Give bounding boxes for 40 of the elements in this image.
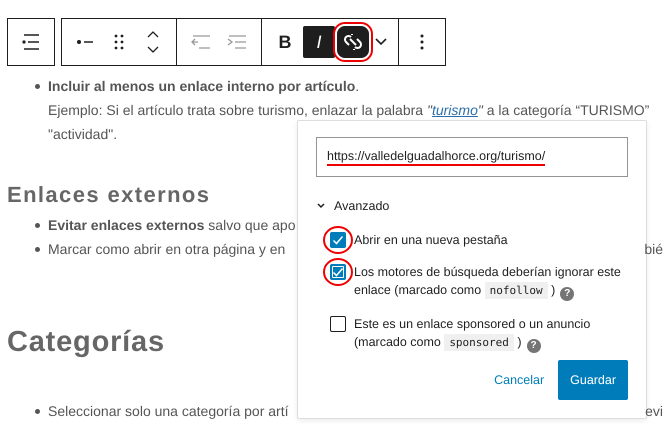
more-vertical-icon bbox=[420, 34, 424, 50]
checkbox-label: Este es un enlace sponsored o un anuncio (marcado como sponsored ) ? bbox=[354, 316, 592, 353]
list-item-text: "actividad". bbox=[48, 125, 118, 144]
cancel-button[interactable]: Cancelar bbox=[494, 373, 544, 387]
list-item-text: Marcar como abrir en otra página y en bbox=[48, 240, 286, 259]
list-item-text: evi bbox=[645, 402, 664, 421]
bullet-dot bbox=[35, 223, 40, 228]
help-icon[interactable]: ? bbox=[526, 339, 541, 353]
advanced-toggle[interactable]: Avanzado bbox=[316, 199, 390, 213]
list-item-text: bié bbox=[644, 240, 664, 259]
list-icon bbox=[21, 32, 41, 52]
list-item-text: Seleccionar solo una categoría por artí bbox=[48, 402, 288, 421]
indent-icon bbox=[226, 34, 248, 50]
checkmark-icon bbox=[332, 235, 344, 245]
up-down-chevron-icon bbox=[146, 29, 160, 55]
outdent-icon bbox=[190, 34, 212, 50]
section-heading: Enlaces externos bbox=[7, 182, 210, 208]
example-text: Ejemplo: Si el artículo trata sobre turismo, enlazar la palabra "turismo" a la categoría “TURISMO” bbox=[48, 101, 650, 120]
turismo-link[interactable]: turismo bbox=[432, 102, 478, 118]
chevron-down-icon bbox=[375, 38, 387, 46]
checkbox[interactable] bbox=[330, 232, 346, 248]
checkbox-label: Los motores de búsqueda deberían ignorar este enlace (marcado como nofollow ) ? bbox=[354, 264, 622, 301]
save-button[interactable]: Guardar bbox=[558, 360, 628, 400]
url-field[interactable]: https://valledelguadalhorce.org/turismo/ bbox=[316, 137, 628, 177]
bullet-dot bbox=[35, 84, 40, 89]
checkbox-label: Abrir en una nueva pestaña bbox=[354, 232, 509, 249]
broken-link-icon bbox=[343, 32, 363, 52]
broken-link-button[interactable] bbox=[337, 26, 369, 58]
drag-handle-icon bbox=[113, 33, 125, 51]
bullet-dot bbox=[35, 247, 40, 252]
help-icon[interactable]: ? bbox=[560, 287, 574, 301]
chevron-down-icon bbox=[316, 202, 326, 210]
bullet-dot bbox=[35, 409, 40, 414]
list-item-text: Evitar enlaces externos salvo que apo bbox=[48, 216, 296, 235]
bold-button[interactable]: B bbox=[269, 26, 301, 58]
bullet-icon bbox=[77, 40, 93, 44]
list-item-text: Incluir al menos un enlace interno por artículo. bbox=[48, 77, 360, 96]
italic-button[interactable]: I bbox=[303, 26, 335, 58]
section-heading: Categorías bbox=[7, 326, 165, 359]
checkbox[interactable] bbox=[330, 316, 346, 332]
